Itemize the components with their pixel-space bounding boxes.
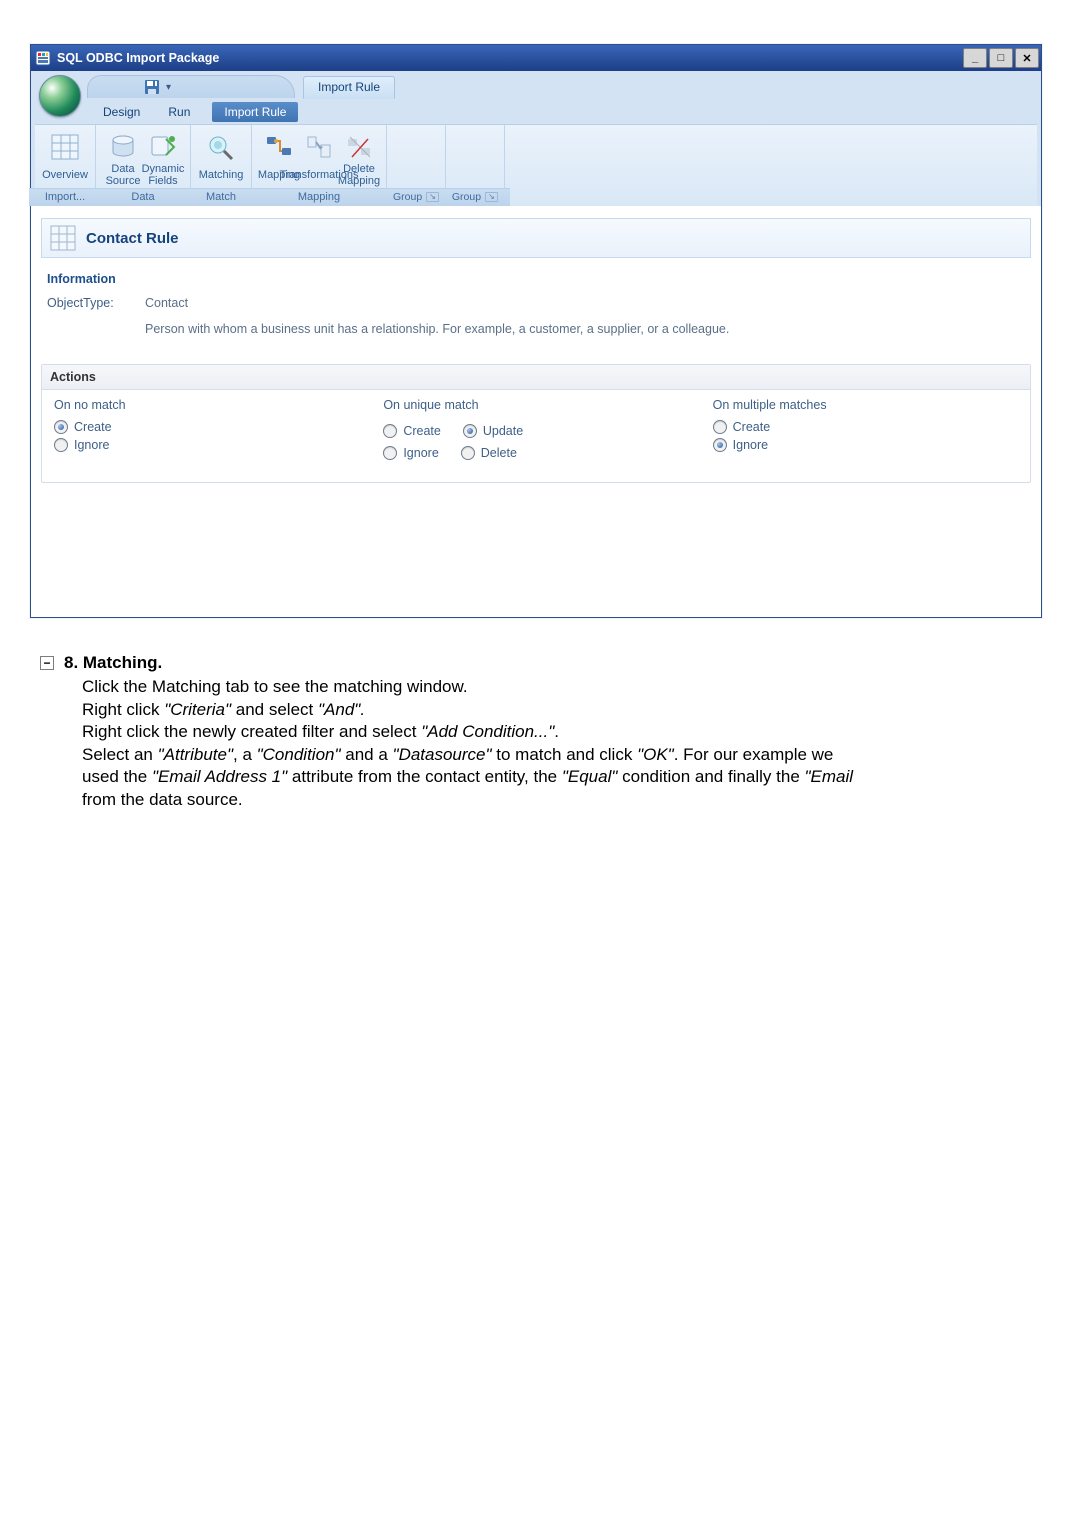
lbl-overview: Overview (42, 164, 88, 188)
multiple-create[interactable]: Create (713, 420, 1018, 434)
unique-delete[interactable]: Delete (461, 446, 517, 460)
save-icon[interactable] (144, 79, 160, 95)
group-extra-2: Group↘ (446, 125, 505, 206)
objecttype-label: ObjectType: (47, 296, 129, 310)
step-line: used the "Email Address 1" attribute fro… (82, 766, 1080, 788)
close-button[interactable]: ✕ (1015, 48, 1039, 68)
instructions: − 8. Matching. Click the Matching tab to… (40, 652, 1080, 811)
nomatch-create[interactable]: Create (54, 420, 359, 434)
group-match: Matching Match (191, 125, 252, 206)
dialog-launcher-icon[interactable]: ↘ (485, 192, 498, 202)
unique-update[interactable]: Update (463, 424, 523, 438)
lbl-datasource: Data Source (106, 164, 141, 188)
step-line: Right click "Criteria" and select "And". (82, 699, 1080, 721)
step-line: Select an "Attribute", a "Condition" and… (82, 744, 1080, 766)
lbl-delete-mapping: Delete Mapping (338, 164, 380, 188)
title-bar: SQL ODBC Import Package _ □ ✕ (31, 45, 1041, 71)
caption-data: Data (90, 188, 196, 206)
quick-access-toolbar: ▾ (87, 75, 295, 98)
radio-icon (461, 446, 475, 460)
lbl-dynamic-fields: Dynamic Fields (142, 164, 185, 188)
content-area: Contact Rule Information ObjectType: Con… (31, 206, 1041, 617)
tab-import-rule[interactable]: Import Rule (303, 76, 395, 99)
nomatch-title: On no match (54, 398, 359, 412)
window-title: SQL ODBC Import Package (57, 51, 219, 65)
dialog-launcher-icon[interactable]: ↘ (426, 192, 439, 202)
rule-banner: Contact Rule (41, 218, 1031, 258)
btn-transformations[interactable]: Transformations (302, 133, 336, 188)
col-no-match: On no match Create Ignore (42, 394, 371, 468)
btn-matching[interactable]: Matching (204, 133, 238, 188)
step-line: Right click the newly created filter and… (82, 721, 1080, 743)
col-multiple-matches: On multiple matches Create Ignore (701, 394, 1030, 468)
radio-icon (383, 424, 397, 438)
radio-icon (463, 424, 477, 438)
group-data: Data Source Dynamic Fields Data (96, 125, 191, 206)
btn-delete-mapping[interactable]: Delete Mapping (342, 133, 376, 188)
qat-menu-icon[interactable]: ▾ (166, 82, 171, 93)
multiple-title: On multiple matches (713, 398, 1018, 412)
col-unique-match: On unique match Create Update (371, 394, 700, 468)
maximize-button[interactable]: □ (989, 48, 1013, 68)
radio-icon (383, 446, 397, 460)
unique-ignore[interactable]: Ignore (383, 446, 438, 460)
step-title: 8. Matching. (64, 652, 162, 674)
radio-icon (713, 438, 727, 452)
grid-icon (50, 225, 76, 251)
group-filler: . (505, 125, 1037, 206)
rule-title: Contact Rule (86, 230, 179, 247)
subtab-run[interactable]: Run (154, 103, 204, 122)
radio-icon (713, 420, 727, 434)
group-extra-1: Group↘ (387, 125, 446, 206)
unique-title: On unique match (383, 398, 688, 412)
objecttype-value: Contact (145, 296, 188, 310)
section-information: Information (47, 272, 1031, 286)
subtab-import-rule[interactable]: Import Rule (212, 102, 298, 122)
multiple-ignore[interactable]: Ignore (713, 438, 1018, 452)
btn-overview[interactable]: Overview (48, 133, 82, 188)
step-line: Click the Matching tab to see the matchi… (82, 676, 1080, 698)
subtab-design[interactable]: Design (89, 103, 154, 122)
objecttype-description: Person with whom a business unit has a r… (145, 322, 1031, 336)
group-mapping: Mapping Transformations Delete Mapping M… (252, 125, 387, 206)
app-icon (35, 50, 51, 66)
actions-header: Actions (42, 365, 1030, 390)
unique-create[interactable]: Create (383, 424, 441, 438)
orb-button[interactable] (39, 75, 81, 117)
collapse-icon[interactable]: − (40, 656, 54, 670)
radio-icon (54, 420, 68, 434)
btn-dynamic-fields[interactable]: Dynamic Fields (146, 133, 180, 188)
app-window: SQL ODBC Import Package _ □ ✕ ▾ Import (30, 44, 1042, 618)
group-import: Overview Import... (35, 125, 96, 206)
minimize-button[interactable]: _ (963, 48, 987, 68)
caption-mapping: Mapping (246, 188, 392, 206)
caption-group2: Group↘ (440, 188, 510, 206)
step-line: from the data source. (82, 789, 1080, 811)
nomatch-ignore[interactable]: Ignore (54, 438, 359, 452)
radio-icon (54, 438, 68, 452)
actions-panel: Actions On no match Create Ignore (41, 364, 1031, 483)
ribbon-groups: Overview Import... Data Source Dynamic (35, 124, 1037, 206)
lbl-matching: Matching (199, 164, 244, 188)
ribbon: ▾ Import Rule Design Run Import Rule (31, 71, 1041, 206)
btn-datasource[interactable]: Data Source (106, 133, 140, 188)
